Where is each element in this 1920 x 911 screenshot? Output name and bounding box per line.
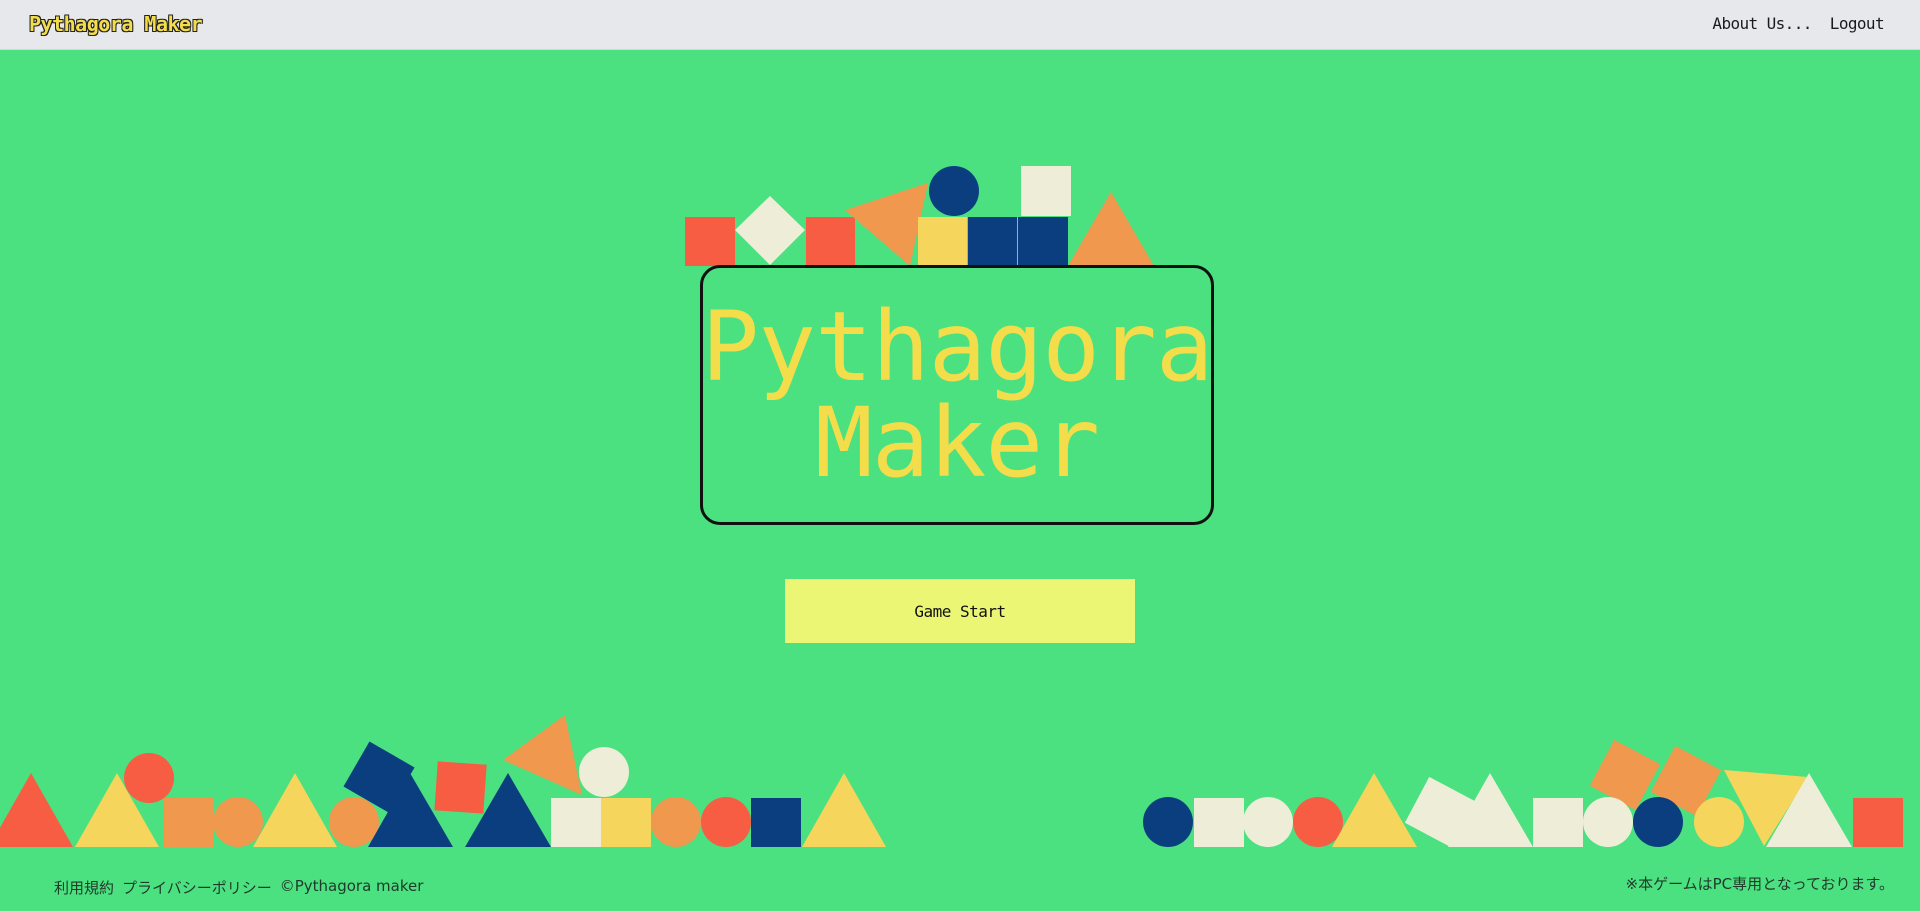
logout-link[interactable]: Logout (1830, 14, 1885, 33)
privacy-link[interactable]: プライバシーポリシー (122, 877, 272, 898)
square-icon (1021, 166, 1071, 216)
triangle-icon (845, 183, 928, 266)
triangle-icon (802, 773, 886, 847)
square-icon (601, 798, 651, 847)
circle-icon (651, 797, 701, 847)
square-icon (968, 217, 1017, 266)
top-navbar: Pythagora Maker About Us... Logout (0, 0, 1920, 50)
game-start-button[interactable]: Game Start (785, 579, 1135, 643)
pc-only-notice: ※本ゲームはPC専用となっております。 (1625, 875, 1895, 893)
circle-icon (701, 797, 751, 847)
title-frame: Pythagora Maker (700, 265, 1214, 525)
circle-icon (1633, 797, 1683, 847)
square-icon (918, 217, 967, 266)
nav-links: About Us... Logout (1712, 14, 1884, 33)
circle-icon (1694, 797, 1744, 847)
copyright-text: ©Pythagora maker (279, 877, 424, 895)
square-icon (1404, 776, 1476, 848)
triangle-icon (253, 773, 337, 847)
triangle-icon (1766, 773, 1852, 847)
triangle-icon (1724, 770, 1808, 846)
square-icon (1533, 798, 1583, 847)
circle-icon (213, 797, 263, 847)
circle-icon (1293, 797, 1343, 847)
triangle-icon (368, 773, 453, 847)
circle-icon (929, 166, 979, 216)
square-icon (1650, 745, 1722, 817)
triangle-icon (1332, 773, 1417, 847)
triangle-icon (1448, 773, 1533, 847)
circle-icon (579, 747, 629, 797)
square-icon (164, 798, 214, 847)
about-us-link[interactable]: About Us... (1712, 14, 1812, 33)
triangle-icon (0, 773, 73, 847)
square-icon (751, 798, 801, 847)
circle-icon (1243, 797, 1293, 847)
diamond-icon (735, 196, 805, 265)
bottom-right-shape-cluster (1143, 739, 1903, 848)
circle-icon (1583, 797, 1633, 847)
square-icon (1194, 798, 1244, 847)
triangle-icon (1068, 192, 1154, 266)
circle-icon (1143, 797, 1193, 847)
square-icon (551, 798, 601, 847)
title-line-1: Pythagora (701, 291, 1213, 403)
triangle-icon (75, 773, 159, 847)
square-icon (434, 761, 487, 814)
terms-link[interactable]: 利用規約 (54, 877, 114, 898)
top-shape-cluster (685, 166, 1154, 266)
square-icon (1853, 798, 1903, 847)
bottom-left-shape-cluster (0, 715, 886, 847)
brand-logo[interactable]: Pythagora Maker (29, 12, 203, 36)
square-icon (806, 217, 855, 266)
footer-links: 利用規約 プライバシーポリシー ©Pythagora maker (54, 877, 423, 898)
circle-icon (124, 753, 174, 803)
circle-icon (329, 797, 379, 847)
square-icon (1018, 217, 1068, 266)
title-line-2: Maker (815, 387, 1100, 499)
triangle-icon (465, 773, 551, 847)
triangle-icon (503, 715, 582, 795)
square-icon (343, 741, 415, 813)
square-icon (1589, 739, 1661, 811)
square-icon (685, 217, 735, 266)
